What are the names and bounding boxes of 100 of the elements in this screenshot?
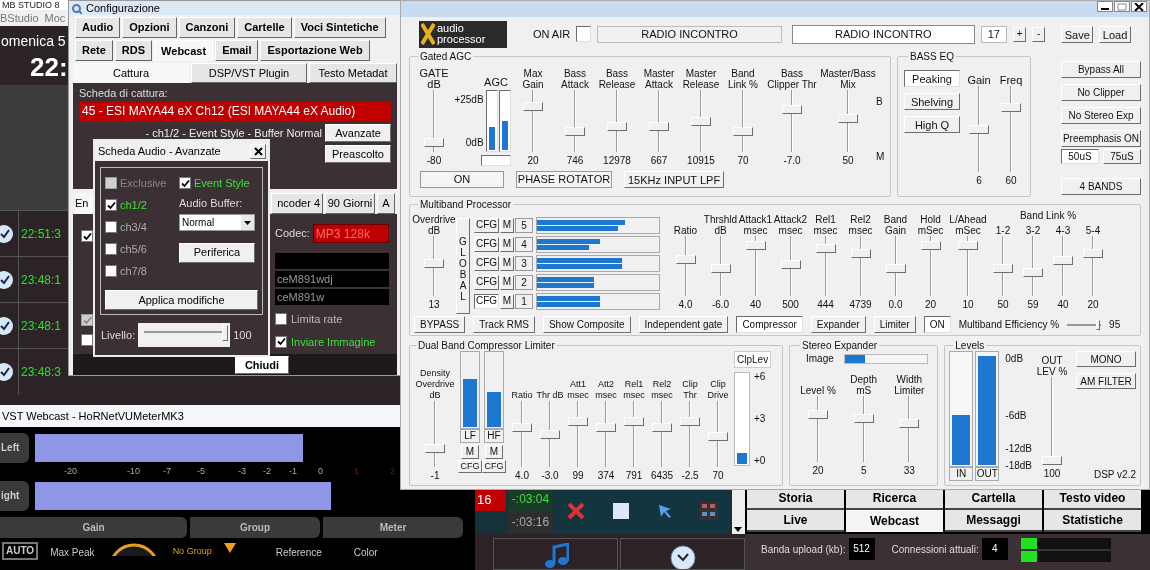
slider-thumb[interactable] (568, 416, 588, 426)
cfg-button[interactable]: CFG (482, 460, 506, 473)
slider-thumb[interactable] (1042, 456, 1062, 465)
toggle-button[interactable]: Independent gate (638, 316, 729, 333)
toolbar-button[interactable] (687, 488, 730, 534)
toggle-button[interactable]: ON (923, 316, 951, 333)
cfg-button[interactable]: CFG (474, 274, 499, 290)
toolbar-button[interactable] (555, 488, 598, 534)
button[interactable]: Applica modifiche (105, 290, 258, 310)
slider-track[interactable] (567, 401, 589, 467)
toggle-button[interactable]: 75uS (1103, 149, 1141, 164)
toolbar-button[interactable] (643, 488, 686, 534)
slider-thumb[interactable] (424, 258, 444, 268)
auto-button[interactable]: AUTO (2, 542, 39, 560)
toggle-button[interactable]: Compressor (736, 316, 803, 333)
slider-thumb[interactable] (745, 241, 766, 251)
slider-track[interactable] (709, 236, 732, 296)
toggle-button[interactable]: Peaking (904, 70, 960, 87)
slider-track[interactable] (852, 396, 875, 462)
capture-device-field[interactable]: 45 - ESI MAYA44 eX Ch12 (ESI MAYA44 eX Audio) (79, 102, 391, 121)
checkbox[interactable] (81, 334, 93, 346)
checkbox[interactable] (81, 230, 93, 242)
close-button[interactable] (1131, 1, 1147, 12)
toggle-button[interactable]: Show Composite (542, 316, 631, 333)
tab[interactable]: Gain (0, 517, 187, 538)
tab[interactable]: ncoder 4 (271, 193, 323, 214)
slider-track[interactable] (564, 90, 586, 152)
slider-track[interactable] (849, 236, 872, 296)
slider-track[interactable] (779, 236, 802, 296)
tab[interactable]: DSP/VST Plugin (191, 63, 307, 83)
button[interactable]: Periferica (179, 242, 255, 263)
slider-track[interactable] (511, 401, 533, 467)
slider-thumb[interactable] (920, 241, 941, 251)
slider-thumb[interactable] (710, 264, 731, 274)
minimize-button[interactable] (1097, 1, 1113, 12)
slider-thumb[interactable] (675, 255, 696, 265)
group-dropdown[interactable]: No Group (172, 545, 212, 559)
plus-button[interactable]: + (1013, 26, 1027, 42)
slider-track[interactable] (606, 90, 628, 152)
button[interactable]: AM FILTER (1076, 373, 1136, 389)
slider-track[interactable] (423, 236, 445, 296)
text-field[interactable] (275, 253, 389, 269)
slider-track[interactable] (690, 90, 712, 152)
menu-item[interactable]: BStudio (0, 9, 39, 27)
mute-button[interactable]: M (485, 445, 503, 459)
slider-thumb[interactable] (815, 243, 836, 253)
slider-track[interactable] (781, 90, 803, 152)
checkbox[interactable] (179, 177, 191, 189)
slider-thumb[interactable] (1083, 248, 1103, 258)
checkbox[interactable] (275, 313, 287, 326)
mute-button[interactable]: M (461, 445, 479, 459)
slider-track[interactable] (957, 236, 979, 296)
slider-track[interactable] (807, 396, 829, 462)
mute-button[interactable]: M (500, 217, 514, 233)
slider-thumb[interactable] (425, 443, 445, 453)
slider-track[interactable] (539, 401, 561, 467)
minus-button[interactable]: - (1032, 26, 1046, 42)
cfg-button[interactable]: CFG (474, 217, 499, 233)
checkbox[interactable] (105, 265, 117, 277)
save-button[interactable]: Save (1061, 25, 1094, 43)
slider-track[interactable] (1052, 236, 1074, 296)
toggle-button[interactable]: Shelving (904, 93, 960, 110)
slider-track[interactable] (648, 90, 670, 152)
tab[interactable]: Email (215, 40, 259, 61)
slider-track[interactable] (1082, 236, 1104, 296)
slider-thumb[interactable] (853, 414, 874, 424)
slider-track[interactable] (992, 236, 1014, 296)
slider-thumb[interactable] (1053, 256, 1073, 266)
scroll-down-button[interactable] (731, 488, 745, 534)
slider-thumb[interactable] (850, 248, 871, 258)
toolbar-button[interactable] (599, 488, 642, 534)
slider-track[interactable] (732, 90, 754, 152)
global-button[interactable]: GLOBAL (456, 218, 470, 314)
toggle-button[interactable]: Expander (810, 316, 866, 333)
tab[interactable]: Esportazione Web (260, 40, 370, 61)
button[interactable]: No Stereo Exp (1061, 107, 1141, 124)
slider-thumb[interactable] (958, 241, 978, 251)
slider-track[interactable] (898, 396, 921, 462)
tab[interactable]: Cartelle (237, 17, 292, 38)
slider-track[interactable] (707, 401, 729, 467)
tab[interactable]: Voci Sintetiche (293, 17, 386, 38)
button[interactable]: MONO (1076, 351, 1136, 367)
slider-track[interactable] (1041, 377, 1063, 465)
button[interactable]: Bypass All (1061, 61, 1141, 78)
slider-thumb[interactable] (512, 422, 532, 432)
slider-thumb[interactable] (969, 124, 989, 134)
tab[interactable]: Meter (323, 517, 463, 538)
slider-track[interactable] (424, 401, 446, 467)
checkbox[interactable] (105, 199, 117, 211)
slider-thumb[interactable] (523, 101, 543, 111)
cfg-button[interactable]: CFG (474, 255, 499, 271)
tab[interactable]: Webcast (154, 40, 214, 61)
slider-thumb[interactable] (424, 137, 444, 147)
cfg-button[interactable]: CFG (474, 293, 499, 309)
slider-thumb[interactable] (808, 410, 828, 420)
slider-track[interactable] (595, 401, 617, 467)
tab[interactable]: En (75, 193, 93, 214)
slider-thumb[interactable] (1095, 319, 1100, 330)
slider-track[interactable] (814, 236, 837, 296)
tab[interactable]: Ricerca (846, 488, 943, 510)
